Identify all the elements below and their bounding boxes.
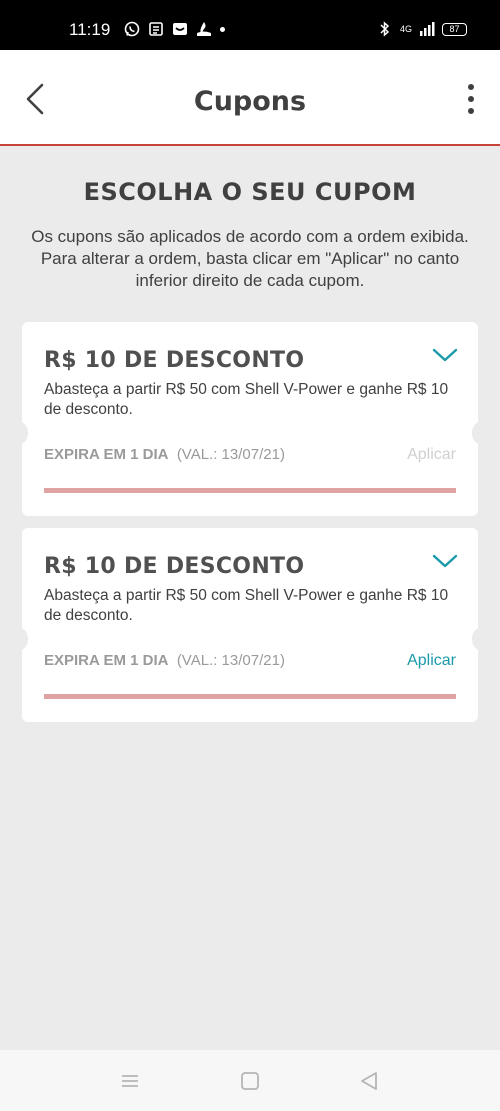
- menu-icon: [122, 1075, 138, 1087]
- coupon-title: R$ 10 DE DESCONTO: [44, 554, 305, 579]
- back-triangle-icon: [361, 1072, 377, 1090]
- expand-button[interactable]: [432, 552, 458, 570]
- section-description: Os cupons são aplicados de acordo com a …: [31, 227, 469, 290]
- expand-button[interactable]: [432, 346, 458, 364]
- coupon-card[interactable]: R$ 10 DE DESCONTO Abasteça a partir R$ 5…: [12, 528, 488, 722]
- santander-icon: [196, 21, 212, 37]
- apply-button[interactable]: Aplicar: [407, 652, 456, 670]
- validity-date: (VAL.: 13/07/21): [176, 652, 285, 669]
- app-header: Cupons: [0, 50, 500, 146]
- status-left-icons: [124, 21, 225, 37]
- expiration-label: EXPIRA EM 1 DIA: [44, 446, 169, 463]
- status-time: 11:19: [69, 20, 111, 39]
- home-button[interactable]: [239, 1070, 261, 1092]
- validity-date: (VAL.: 13/07/21): [176, 446, 285, 463]
- network-type-label: 4G: [399, 23, 412, 34]
- apply-button[interactable]: Aplicar: [407, 446, 456, 464]
- coupon-title: R$ 10 DE DESCONTO: [44, 348, 305, 373]
- coupon-progress-bar: [44, 488, 456, 493]
- menu-button[interactable]: [119, 1070, 141, 1092]
- status-bar: 11:19 4G 87: [0, 0, 500, 50]
- battery-icon: 87: [442, 22, 467, 36]
- mail-icon: [172, 21, 188, 37]
- coupon-description: Abasteça a partir R$ 50 com Shell V-Powe…: [44, 587, 449, 624]
- coupon-progress-bar: [44, 694, 456, 699]
- chevron-down-icon: [432, 348, 458, 362]
- more-options-button[interactable]: [462, 80, 480, 118]
- expiration-label: EXPIRA EM 1 DIA: [44, 652, 169, 669]
- coupon-expiration: EXPIRA EM 1 DIA (VAL.: 13/07/21): [44, 446, 285, 463]
- coupon-description: Abasteça a partir R$ 50 com Shell V-Powe…: [44, 381, 449, 418]
- chevron-down-icon: [432, 554, 458, 568]
- status-right-icons: 4G 87: [377, 21, 467, 37]
- bluetooth-icon: [377, 21, 393, 37]
- system-nav-bar: [0, 1050, 500, 1111]
- home-square-icon: [241, 1072, 259, 1090]
- more-vert-icon-dot: [468, 84, 474, 90]
- coupon-expiration: EXPIRA EM 1 DIA (VAL.: 13/07/21): [44, 652, 285, 669]
- signal-icon: [419, 21, 435, 37]
- section-heading: ESCOLHA O SEU CUPOM: [83, 178, 417, 206]
- more-vert-icon-dot: [468, 108, 474, 114]
- coupon-card[interactable]: R$ 10 DE DESCONTO Abasteça a partir R$ 5…: [12, 322, 488, 516]
- more-vert-icon-dot: [468, 96, 474, 102]
- notification-dot: [220, 26, 225, 32]
- whatsapp-icon: [124, 21, 140, 37]
- page-title: Cupons: [193, 86, 307, 117]
- news-icon: [148, 21, 164, 37]
- system-back-button[interactable]: [358, 1070, 380, 1092]
